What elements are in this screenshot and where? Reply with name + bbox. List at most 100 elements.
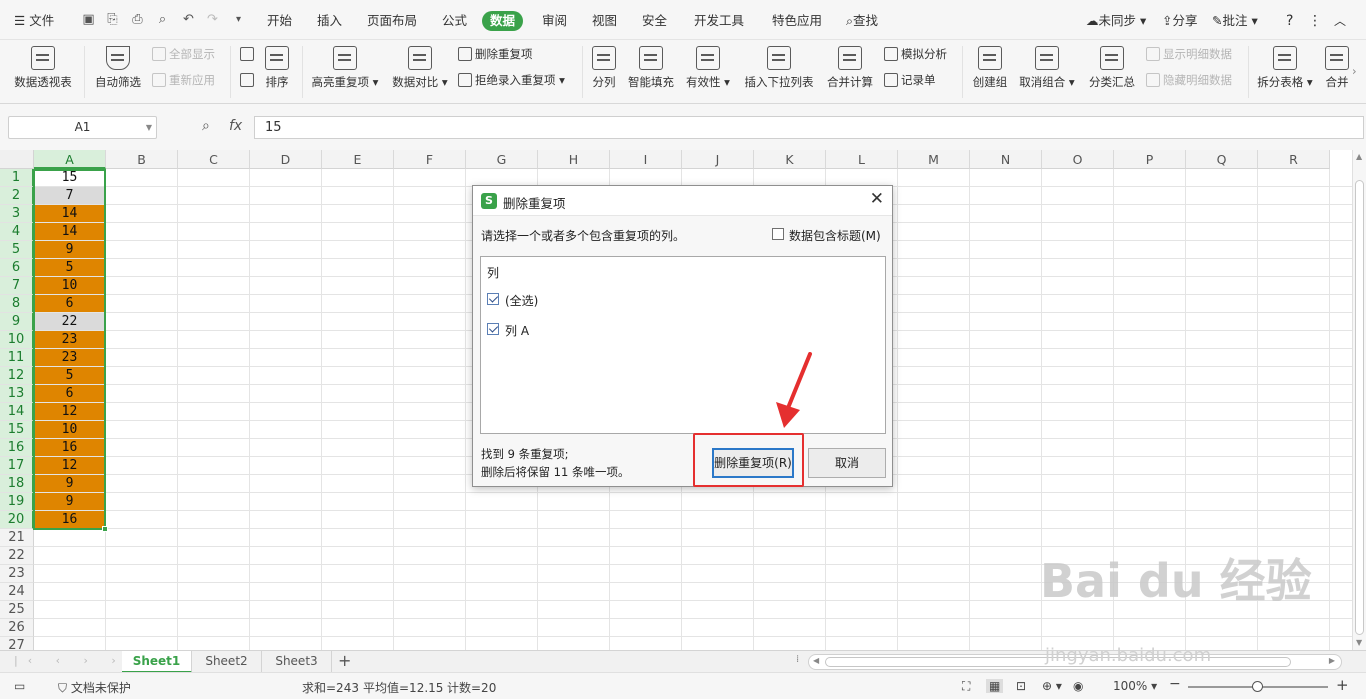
export-pdf-icon[interactable]: ⎘ — [104, 11, 121, 28]
tab-security[interactable]: 安全 — [642, 12, 667, 30]
row-header-15[interactable]: 15 — [0, 421, 34, 439]
remove-duplicates-confirm-button[interactable]: 删除重复项(R) — [712, 448, 794, 478]
row-header-12[interactable]: 12 — [0, 367, 34, 385]
remove-duplicates-button[interactable]: 删除重复项 — [458, 45, 533, 63]
close-icon[interactable]: ✕ — [870, 189, 884, 209]
column-header-d[interactable]: D — [250, 150, 322, 169]
reading-layout-icon[interactable]: ⊕ ▾ — [1042, 679, 1062, 693]
row-header-11[interactable]: 11 — [0, 349, 34, 367]
highlight-duplicates-button[interactable]: 高亮重复项 ▾ — [309, 46, 381, 90]
scroll-down-icon[interactable]: ▼ — [1356, 638, 1362, 647]
hide-detail-button[interactable]: 隐藏明细数据 — [1146, 71, 1232, 89]
fill-handle[interactable] — [102, 526, 108, 532]
tab-special[interactable]: 特色应用 — [772, 12, 822, 30]
column-a-checkbox[interactable] — [487, 323, 499, 335]
sync-status[interactable]: ☁未同步 ▾ — [1086, 12, 1146, 30]
formula-input[interactable]: 15 — [254, 116, 1364, 139]
select-all-corner[interactable] — [0, 150, 34, 169]
split-column-button[interactable]: 分列 — [590, 46, 618, 90]
row-header-23[interactable]: 23 — [0, 565, 34, 583]
fx-icon[interactable]: fx — [229, 118, 242, 134]
row-header-16[interactable]: 16 — [0, 439, 34, 457]
row-header-2[interactable]: 2 — [0, 187, 34, 205]
eye-protection-icon[interactable]: ◉ — [1073, 679, 1083, 693]
consolidate-button[interactable]: 合并计算 — [825, 46, 875, 90]
row-header-22[interactable]: 22 — [0, 547, 34, 565]
sheet-tab-2[interactable]: Sheet2 — [192, 651, 262, 673]
tab-view[interactable]: 视图 — [592, 12, 617, 30]
column-header-b[interactable]: B — [106, 150, 178, 169]
create-group-button[interactable]: 创建组 — [970, 46, 1010, 90]
cell-a2[interactable]: 7 — [34, 187, 105, 204]
column-header-a[interactable]: A — [34, 150, 106, 169]
scroll-up-icon[interactable]: ▲ — [1356, 152, 1362, 161]
row-header-10[interactable]: 10 — [0, 331, 34, 349]
smart-fill-button[interactable]: 智能填充 — [626, 46, 676, 90]
column-header-g[interactable]: G — [466, 150, 538, 169]
tab-review[interactable]: 审阅 — [542, 12, 567, 30]
row-header-7[interactable]: 7 — [0, 277, 34, 295]
fullscreen-icon[interactable]: ⛶ — [962, 679, 970, 694]
zoom-formula-icon[interactable]: ⌕ — [202, 118, 210, 134]
share-button[interactable]: ⇪分享 — [1162, 12, 1198, 30]
cell-a9[interactable]: 22 — [34, 313, 105, 330]
row-header-17[interactable]: 17 — [0, 457, 34, 475]
cell-a6[interactable]: 5 — [34, 259, 105, 276]
column-header-f[interactable]: F — [394, 150, 466, 169]
insert-dropdown-button[interactable]: 插入下拉列表 — [741, 46, 817, 90]
row-header-13[interactable]: 13 — [0, 385, 34, 403]
cancel-button[interactable]: 取消 — [808, 448, 886, 478]
column-header-k[interactable]: K — [754, 150, 826, 169]
cell-a12[interactable]: 5 — [34, 367, 105, 384]
row-header-24[interactable]: 24 — [0, 583, 34, 601]
protect-status[interactable]: ⛉ 文档未保护 — [58, 679, 131, 696]
row-header-6[interactable]: 6 — [0, 259, 34, 277]
column-header-q[interactable]: Q — [1186, 150, 1258, 169]
column-header-h[interactable]: H — [538, 150, 610, 169]
sort-descending-button[interactable] — [240, 71, 257, 89]
row-header-4[interactable]: 4 — [0, 223, 34, 241]
cell-a8[interactable]: 6 — [34, 295, 105, 312]
cell-a16[interactable]: 16 — [34, 439, 105, 456]
row-header-5[interactable]: 5 — [0, 241, 34, 259]
zoom-out-icon[interactable]: − — [1169, 676, 1181, 692]
sheet-tab-3[interactable]: Sheet3 — [262, 651, 332, 673]
vertical-scroll-thumb[interactable] — [1355, 180, 1364, 635]
split-table-button[interactable]: 拆分表格 ▾ — [1256, 46, 1314, 90]
tab-insert[interactable]: 插入 — [317, 12, 342, 30]
redo-icon[interactable]: ↷ — [204, 11, 221, 28]
search-command[interactable]: ⌕查找 — [846, 12, 878, 30]
column-header-o[interactable]: O — [1042, 150, 1114, 169]
column-a-label[interactable]: 列 A — [505, 322, 529, 339]
tab-data[interactable]: 数据 — [482, 11, 524, 31]
cell-a13[interactable]: 6 — [34, 385, 105, 402]
show-all-button[interactable]: 全部显示 — [152, 45, 215, 63]
print-icon[interactable]: ⎙ — [129, 11, 146, 28]
name-box[interactable]: A1 ▼ — [8, 116, 157, 139]
reapply-button[interactable]: 重新应用 — [152, 71, 215, 89]
row-header-3[interactable]: 3 — [0, 205, 34, 223]
merge-button[interactable]: 合并 — [1322, 46, 1352, 90]
scroll-left-icon[interactable]: ◀ — [813, 656, 819, 665]
pivot-table-button[interactable]: 数据透视表 — [12, 46, 74, 90]
cell-a1[interactable]: 15 — [34, 169, 105, 186]
scroll-right-icon[interactable]: ▶ — [1329, 656, 1335, 665]
row-header-8[interactable]: 8 — [0, 295, 34, 313]
undo-icon[interactable]: ↶ — [180, 11, 197, 28]
annotate-button[interactable]: ✎批注 ▾ — [1212, 12, 1258, 30]
row-header-27[interactable]: 27 — [0, 637, 34, 650]
column-header-l[interactable]: L — [826, 150, 898, 169]
cell-a14[interactable]: 12 — [34, 403, 105, 420]
what-if-analysis-button[interactable]: 模拟分析 — [884, 45, 947, 63]
zoom-level[interactable]: 100% ▾ — [1113, 679, 1157, 693]
record-form-button[interactable]: 记录单 — [884, 71, 936, 89]
normal-view-icon[interactable]: ▦ — [986, 679, 1004, 693]
row-header-25[interactable]: 25 — [0, 601, 34, 619]
row-header-19[interactable]: 19 — [0, 493, 34, 511]
status-layout-icon[interactable]: ▭ — [14, 679, 25, 693]
column-header-i[interactable]: I — [610, 150, 682, 169]
row-header-21[interactable]: 21 — [0, 529, 34, 547]
vertical-scrollbar[interactable]: ▲ ▼ — [1352, 150, 1366, 650]
customize-toolbar-icon[interactable]: ▾ — [230, 11, 247, 28]
save-icon[interactable]: ▣ — [80, 11, 97, 28]
